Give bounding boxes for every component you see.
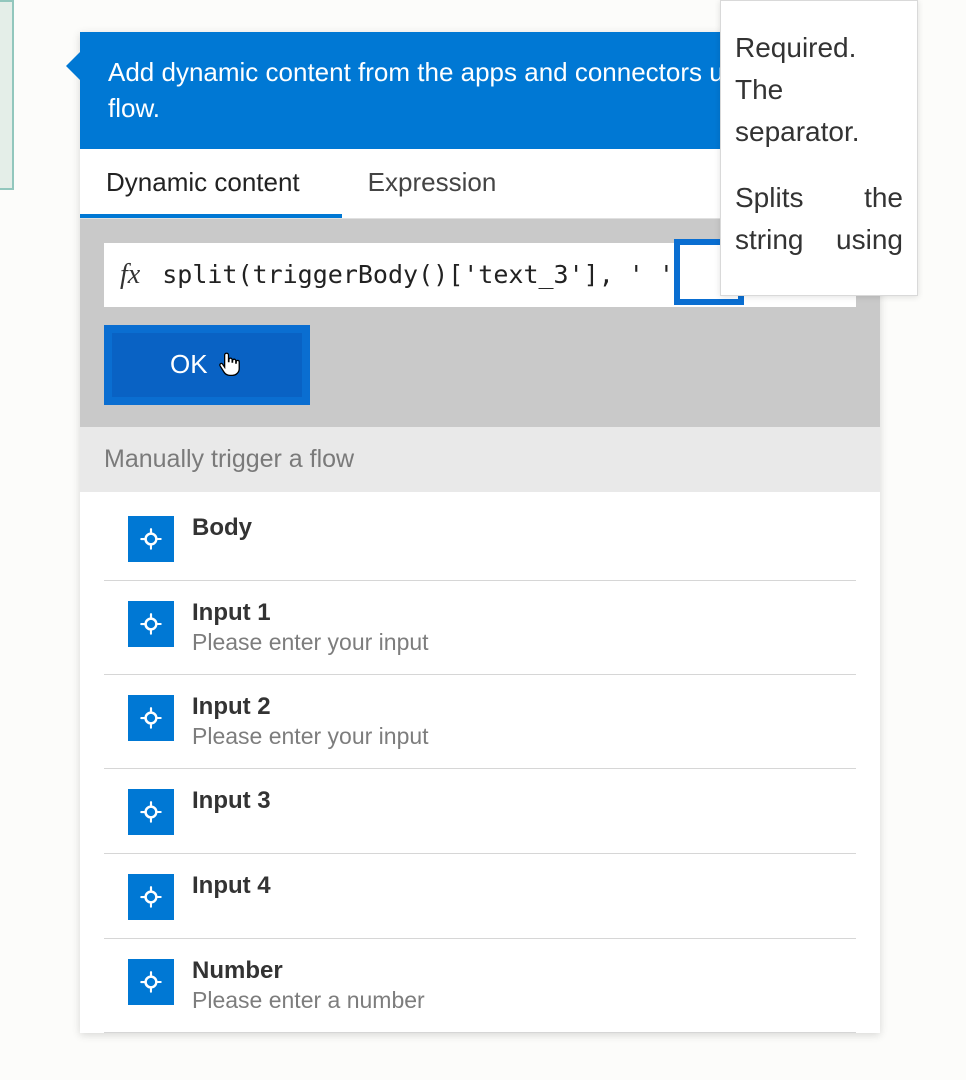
list-item-title: Input 2 bbox=[192, 693, 429, 721]
pointer-cursor-icon bbox=[216, 349, 244, 381]
list-item-subtitle: Please enter a number bbox=[192, 987, 425, 1014]
left-connector-edge bbox=[0, 0, 14, 190]
parameter-tooltip: Required. The separator. Splits the stri… bbox=[720, 0, 918, 296]
ok-button-highlight: OK bbox=[104, 325, 310, 405]
section-header: Manually trigger a flow bbox=[80, 427, 880, 492]
trigger-icon bbox=[128, 959, 174, 1005]
fx-icon: fx bbox=[120, 259, 140, 291]
list-item-title: Body bbox=[192, 514, 252, 542]
list-item-title: Input 1 bbox=[192, 599, 429, 627]
list-item-text: Input 2Please enter your input bbox=[192, 693, 429, 750]
trigger-icon bbox=[128, 874, 174, 920]
list-item-subtitle: Please enter your input bbox=[192, 629, 429, 656]
callout-arrow-icon bbox=[66, 52, 80, 80]
list-item-subtitle: Please enter your input bbox=[192, 723, 429, 750]
trigger-icon bbox=[128, 601, 174, 647]
list-item-text: Input 4 bbox=[192, 872, 271, 900]
list-item-text: Body bbox=[192, 514, 252, 542]
dynamic-content-list: BodyInput 1Please enter your inputInput … bbox=[80, 492, 880, 1033]
tooltip-line-2: Splits the string using bbox=[735, 177, 903, 261]
trigger-icon bbox=[128, 516, 174, 562]
section-header-title: Manually trigger a flow bbox=[104, 445, 354, 473]
list-item[interactable]: Body bbox=[104, 492, 856, 581]
trigger-icon bbox=[128, 695, 174, 741]
ok-button[interactable]: OK bbox=[112, 333, 302, 397]
list-item[interactable]: Input 1Please enter your input bbox=[104, 581, 856, 675]
tab-dynamic-content[interactable]: Dynamic content bbox=[80, 149, 342, 218]
list-item-title: Input 4 bbox=[192, 872, 271, 900]
list-item-title: Input 3 bbox=[192, 787, 271, 815]
trigger-icon bbox=[128, 789, 174, 835]
list-item-text: Input 1Please enter your input bbox=[192, 599, 429, 656]
tooltip-line-1: Required. The separator. bbox=[735, 27, 903, 153]
list-item[interactable]: Input 4 bbox=[104, 854, 856, 939]
list-item[interactable]: Input 2Please enter your input bbox=[104, 675, 856, 769]
ok-button-label: OK bbox=[170, 349, 208, 380]
list-item-text: Input 3 bbox=[192, 787, 271, 815]
list-item[interactable]: NumberPlease enter a number bbox=[104, 939, 856, 1033]
tab-expression[interactable]: Expression bbox=[342, 149, 539, 218]
list-item[interactable]: Input 3 bbox=[104, 769, 856, 854]
list-item-text: NumberPlease enter a number bbox=[192, 957, 425, 1014]
list-item-title: Number bbox=[192, 957, 425, 985]
